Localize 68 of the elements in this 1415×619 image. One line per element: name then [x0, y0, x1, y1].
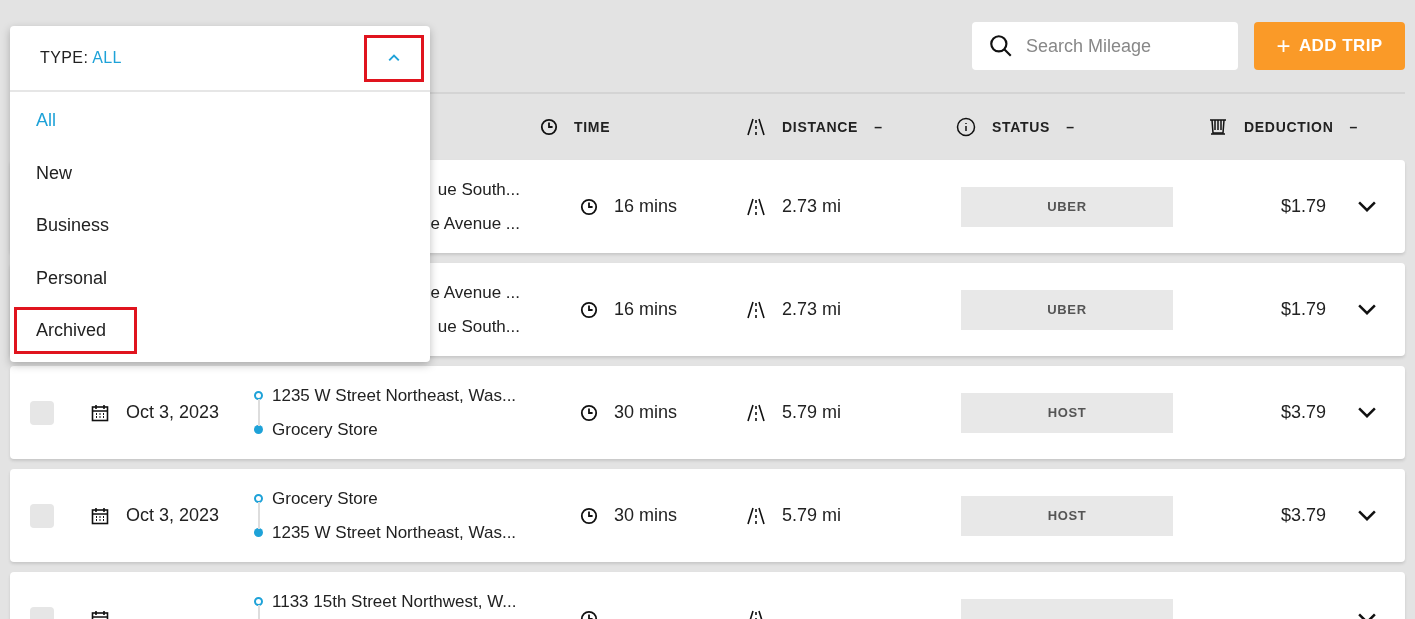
trip-distance: 2.73 mi: [782, 298, 842, 321]
trip-duration: 30 mins: [614, 401, 678, 424]
calendar-icon: [90, 402, 110, 423]
filter-option[interactable]: Archived: [14, 307, 138, 354]
filter-option[interactable]: Business: [14, 202, 141, 249]
column-header[interactable]: TIME: [574, 116, 611, 138]
column-header[interactable]: DISTANCE: [782, 116, 859, 138]
sort-indicator[interactable]: –: [1066, 116, 1074, 138]
road-icon: [746, 299, 766, 320]
address-text: ue South...: [437, 315, 520, 338]
deduction-amount: $1.79: [1280, 195, 1326, 218]
trip-row[interactable]: 1133 15th Street Northwest, W...: [10, 572, 1405, 619]
address-text: Grocery Store: [272, 418, 378, 441]
trip-duration: 16 mins: [614, 195, 678, 218]
trip-row[interactable]: Oct 3, 2023 1235 W Street Northeast, Was... Grocery Store 30 mins 5.79 mi HOST $3.79: [10, 366, 1405, 459]
address-text: e Avenue ...: [430, 212, 520, 235]
trip-duration: 30 mins: [614, 504, 678, 527]
search-field[interactable]: Search Mileage: [972, 22, 1238, 70]
chevron-down-icon: [1358, 201, 1376, 212]
search-icon: [988, 33, 1014, 59]
clock-icon: [580, 506, 598, 525]
chevron-down-icon: [1358, 510, 1376, 521]
trip-date: Oct 3, 2023: [126, 504, 220, 527]
trip-distance: 5.79 mi: [782, 504, 842, 527]
trip-distance: 2.73 mi: [782, 195, 842, 218]
expand-button[interactable]: [1358, 304, 1376, 315]
collapse-button[interactable]: [364, 34, 424, 82]
status-tag: HOST: [961, 392, 1173, 433]
road-icon: [746, 117, 766, 137]
search-input[interactable]: Search Mileage: [1026, 32, 1222, 60]
address-text: Grocery Store: [272, 488, 378, 510]
clock-icon: [580, 403, 598, 422]
checkbox[interactable]: [30, 400, 54, 425]
address-text: 1235 W Street Northeast, Was...: [272, 521, 517, 544]
trip-row[interactable]: Oct 3, 2023 Grocery Store 1235 W Street Northeast, Was... 30 mins 5.79 mi HOST $3.79: [10, 469, 1405, 562]
address-text: 1235 W Street Northeast, Was...: [272, 385, 517, 407]
status-tag: HOST: [961, 495, 1173, 536]
address-text: ue South...: [437, 179, 520, 201]
clock-icon: [580, 300, 598, 319]
column-header[interactable]: DEDUCTION: [1244, 116, 1334, 138]
address-text: 1133 15th Street Northwest, W...: [272, 591, 517, 613]
filter-label: TYPE: ALL: [40, 48, 122, 68]
trip-date: Oct 3, 2023: [126, 401, 220, 424]
road-icon: [746, 402, 766, 423]
checkbox[interactable]: [30, 503, 54, 528]
clock-icon: [580, 197, 598, 216]
road-icon: [746, 505, 766, 526]
deduction-amount: $3.79: [1280, 504, 1326, 527]
expand-button[interactable]: [1358, 510, 1376, 521]
road-icon: [746, 196, 766, 217]
sort-indicator[interactable]: –: [874, 116, 882, 138]
expand-button[interactable]: [1358, 201, 1376, 212]
expand-button[interactable]: [1358, 407, 1376, 418]
status-tag: UBER: [961, 186, 1173, 227]
status-tag: UBER: [961, 289, 1173, 330]
deduction-amount: $1.79: [1280, 298, 1326, 321]
address-text: e Avenue ...: [430, 282, 520, 304]
sort-indicator[interactable]: –: [1349, 116, 1358, 138]
trip-duration: 16 mins: [614, 298, 678, 321]
chevron-down-icon: [1358, 304, 1376, 315]
clock-icon: [540, 118, 558, 136]
bucket-icon: [1208, 117, 1228, 137]
column-header[interactable]: STATUS: [992, 116, 1051, 138]
calendar-icon: [90, 505, 110, 526]
trip-distance: 5.79 mi: [782, 401, 842, 424]
info-icon: [956, 117, 976, 137]
chevron-down-icon: [1358, 407, 1376, 418]
deduction-amount: $3.79: [1280, 401, 1326, 424]
